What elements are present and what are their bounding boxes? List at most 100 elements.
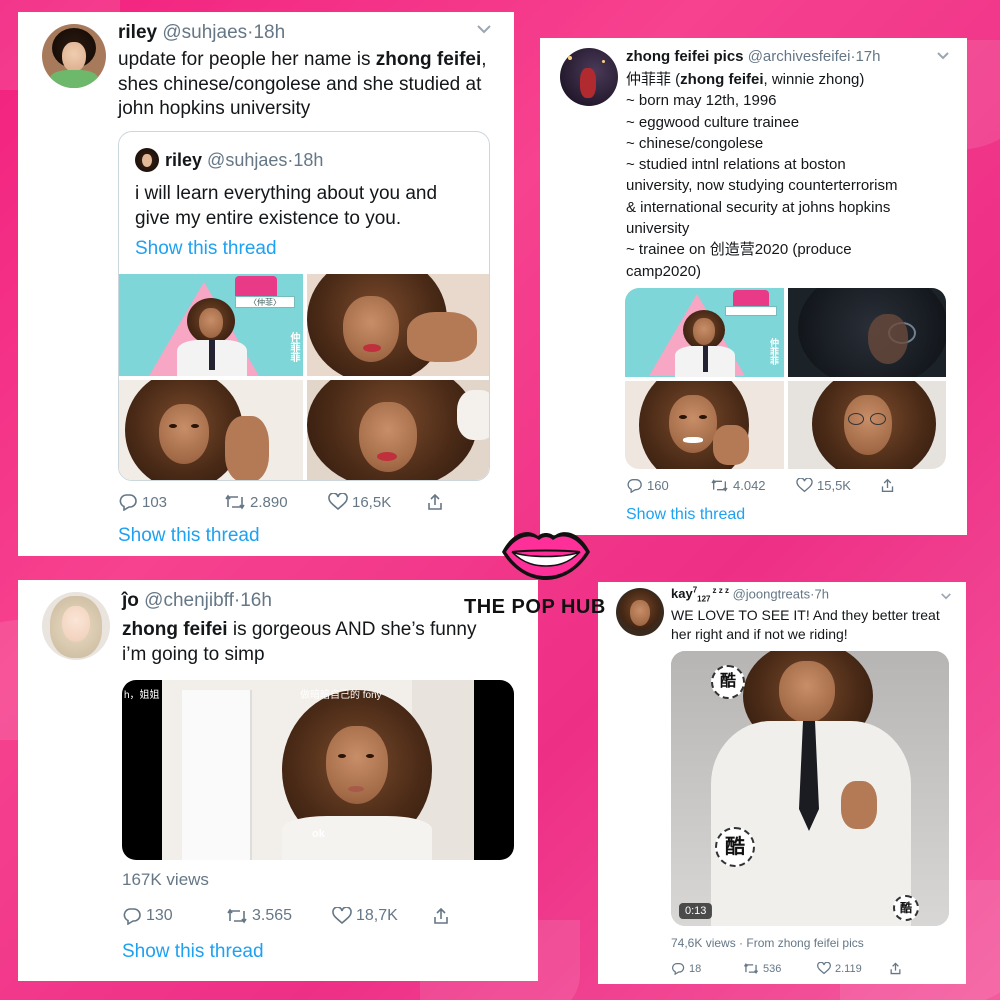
share-button[interactable] (889, 962, 902, 975)
tweet-actions: 18 536 2.119 (671, 962, 902, 975)
name-tag: 仲菲菲 (769, 338, 779, 365)
share-icon (434, 907, 448, 924)
video-player[interactable]: h，姐姐 做暗暗自己的 fony ok (122, 680, 514, 860)
author-name[interactable]: kay7127z z z (671, 586, 729, 604)
text-line: ~ born may 12th, 1996 (626, 92, 777, 110)
timestamp[interactable]: 7h (814, 586, 828, 601)
sticker: 酷 (711, 665, 745, 699)
retweet-icon (225, 494, 245, 510)
timestamp[interactable]: 18h (253, 22, 285, 43)
retweet-button[interactable]: 3.565 (226, 907, 332, 925)
photo-4[interactable] (788, 381, 946, 469)
avatar[interactable] (560, 48, 618, 106)
text-line: camp2020) (626, 262, 702, 280)
tweet-actions: 130 3.565 18,7K (122, 907, 450, 925)
chevron-down-icon[interactable] (936, 48, 950, 66)
retweet-button[interactable]: 4.042 (710, 478, 796, 493)
reply-button[interactable]: 130 (122, 907, 226, 925)
text-line: & international security at johns hopkin… (626, 198, 891, 216)
share-button[interactable] (432, 907, 450, 925)
tweet-actions: 103 2.890 16,5K (118, 493, 444, 511)
author-handle[interactable]: @chenjibff (144, 590, 234, 611)
author-handle[interactable]: @joongtreats (733, 586, 811, 601)
sticker: 酷 (715, 827, 755, 867)
tweet-actions: 160 4.042 15,5K (626, 478, 895, 493)
author-name[interactable]: ĵo (122, 590, 139, 611)
avatar[interactable] (42, 592, 110, 660)
heart-icon (332, 907, 352, 925)
video-player[interactable]: 酷 酷 酷 0:13 (671, 651, 949, 926)
quote-show-thread-link[interactable]: Show this thread (135, 238, 277, 260)
tweet-card-riley[interactable]: riley @suhjaes·18h update for people her… (18, 12, 514, 556)
tweet-card-kay[interactable]: kay7127z z z @joongtreats·7h WE LOVE TO … (598, 582, 966, 984)
share-button[interactable] (880, 478, 895, 493)
timestamp[interactable]: 17h (855, 48, 880, 65)
chevron-down-icon[interactable] (476, 22, 492, 40)
photo-1[interactable]: 〈仲菲〉 仲菲菲 (119, 274, 303, 376)
retweet-icon (743, 962, 759, 975)
reply-button[interactable]: 18 (671, 962, 743, 975)
tweet-card-jo[interactable]: ĵo @chenjibff·16h zhong feifei is gorgeo… (18, 580, 538, 981)
quote-photo-grid[interactable]: 〈仲菲〉 仲菲菲 (119, 274, 489, 480)
photo-4[interactable] (307, 380, 489, 480)
video-duration: 0:13 (679, 903, 713, 919)
author-name[interactable]: riley (118, 22, 157, 43)
video-caption: h，姐姐 (124, 690, 160, 701)
reply-icon (627, 479, 642, 493)
retweet-button[interactable]: 2.890 (224, 493, 328, 511)
quote-text: i will learn everything about you and gi… (135, 183, 438, 229)
text-line: ~ chinese/congolese (626, 134, 764, 152)
share-icon (890, 962, 901, 975)
photo-3[interactable] (119, 380, 303, 480)
lips-logo-icon (498, 520, 594, 584)
photo-1[interactable]: 仲菲菲 (625, 288, 784, 377)
reply-icon (123, 908, 141, 925)
show-thread-link[interactable]: Show this thread (122, 941, 264, 963)
heart-icon (328, 493, 348, 511)
author-handle[interactable]: @archivesfeifei (748, 48, 851, 65)
share-icon (881, 478, 894, 492)
photo-2[interactable] (788, 288, 946, 377)
author-name[interactable]: zhong feifei pics (626, 48, 744, 65)
video-caption: ok (312, 828, 325, 840)
tweet-header: zhong feifei pics @archivesfeifei·17h (626, 48, 881, 65)
author-handle[interactable]: @suhjaes (162, 22, 247, 43)
photo-grid[interactable]: 仲菲菲 (625, 288, 946, 469)
reply-icon (672, 962, 685, 975)
tweet-card-archivesfeifei[interactable]: zhong feifei pics @archivesfeifei·17h 仲菲… (540, 38, 967, 535)
photo-3[interactable] (625, 381, 784, 469)
tweet-text: 仲菲菲 (zhong feifei, winnie zhong) ~ born … (626, 69, 956, 282)
show-thread-link[interactable]: Show this thread (118, 525, 260, 547)
retweet-icon (711, 479, 728, 492)
share-button[interactable] (426, 493, 444, 511)
heart-icon (796, 478, 813, 493)
reply-button[interactable]: 160 (626, 478, 710, 493)
tweet-header: kay7127z z z @joongtreats·7h (671, 586, 829, 604)
retweet-button[interactable]: 536 (743, 962, 817, 975)
view-count: 74,6K views · From zhong feifei pics (671, 936, 864, 950)
text-line: ~ trainee on 创造营2020 (produce (626, 241, 852, 259)
brand-logo-text: THE POP HUB (464, 596, 606, 618)
timestamp[interactable]: 16h (240, 590, 272, 611)
text-line: ~ eggwood culture trainee (626, 113, 800, 131)
like-button[interactable]: 16,5K (328, 493, 426, 511)
like-button[interactable]: 15,5K (796, 478, 880, 493)
tweet-header: riley @suhjaes·18h (118, 22, 286, 43)
share-icon (428, 493, 442, 510)
view-count: 167K views (122, 870, 209, 889)
sticker: 酷 (893, 895, 919, 921)
text-line: 仲菲菲 (zhong feifei, winnie zhong) (626, 71, 865, 88)
reply-button[interactable]: 103 (118, 493, 224, 511)
tweet-header: ĵo @chenjibff·16h (122, 590, 272, 611)
photo-2[interactable] (307, 274, 489, 376)
quoted-tweet[interactable]: riley @suhjaes·18h i will learn everythi… (118, 131, 490, 481)
like-button[interactable]: 18,7K (332, 907, 432, 925)
tweet-text: update for people her name is zhong feif… (118, 49, 487, 120)
reply-icon (119, 494, 137, 511)
retweet-icon (227, 908, 247, 924)
like-button[interactable]: 2.119 (817, 962, 889, 975)
avatar[interactable] (616, 588, 664, 636)
avatar[interactable] (42, 24, 106, 88)
chevron-down-icon[interactable] (940, 588, 952, 606)
show-thread-link[interactable]: Show this thread (626, 506, 745, 524)
